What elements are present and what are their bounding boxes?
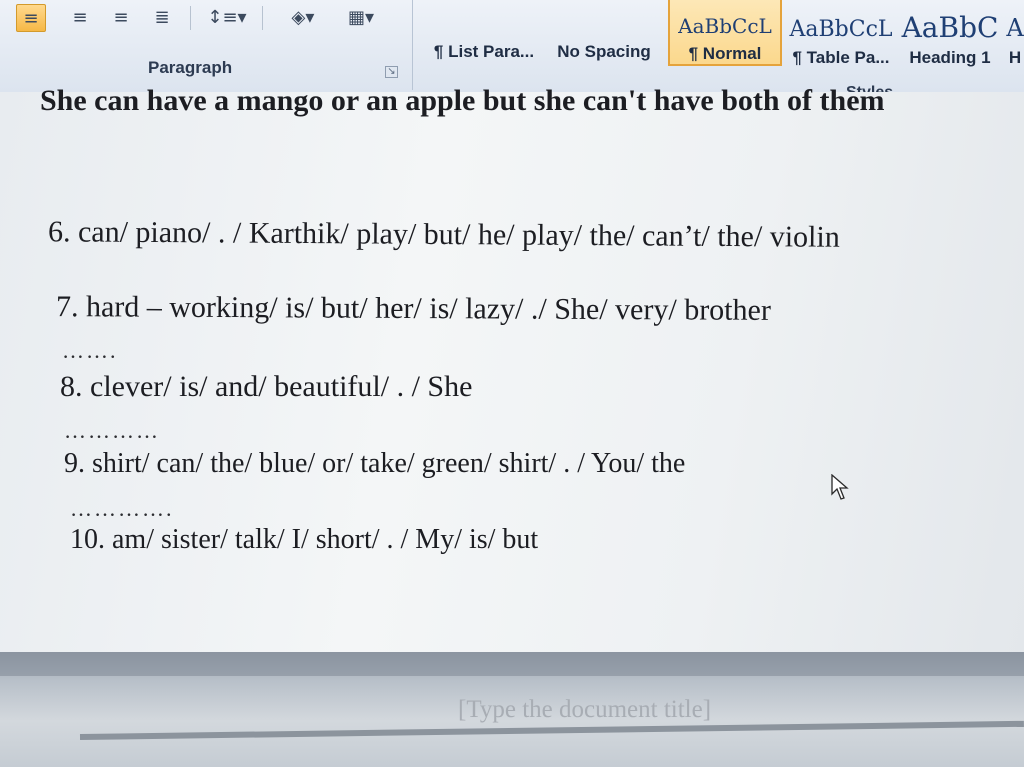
style-preview: AaBbCcL bbox=[678, 14, 772, 38]
style-label: ¶ Table Pa... bbox=[792, 48, 890, 67]
styles-gallery: ¶ List Para... No Spacing AaBbCcL ¶ Norm… bbox=[414, 0, 1024, 101]
align-right-icon[interactable]: ≡ bbox=[107, 4, 135, 30]
ribbon: ≡ ≡ ≡ ≣ ↕≡▾ ◈▾ ▦▾ Paragraph ↘ ¶ List Par… bbox=[0, 0, 1024, 101]
exercise-9: 9. shirt/ can/ the/ blue/ or/ take/ gree… bbox=[64, 448, 686, 479]
style-preview: AaBbCcL bbox=[789, 17, 893, 42]
exercise-7: 7. hard – working/ is/ but/ her/ is/ laz… bbox=[55, 290, 771, 327]
shading-icon[interactable]: ◈▾ bbox=[280, 4, 326, 30]
style-label: No Spacing bbox=[557, 42, 651, 61]
align-left-icon[interactable]: ≡ bbox=[16, 4, 46, 32]
mouse-pointer-icon bbox=[831, 474, 849, 500]
answer-dots: …………. bbox=[70, 496, 174, 521]
style-normal[interactable]: AaBbCcL ¶ Normal bbox=[668, 0, 782, 66]
exercise-6: 6. can/ piano/ . / Karthik/ play/ but/ h… bbox=[47, 215, 840, 254]
page-footer: [Type the document title] bbox=[0, 652, 1024, 767]
exercise-10: 10. am/ sister/ talk/ I/ short/ . / My/ … bbox=[70, 524, 539, 555]
style-heading-1[interactable]: AaBbC Heading 1 bbox=[901, 0, 999, 68]
paragraph-group-label: Paragraph bbox=[148, 58, 233, 77]
line-spacing-icon[interactable]: ↕≡▾ bbox=[204, 4, 250, 30]
page-break-band bbox=[0, 652, 1024, 676]
style-no-spacing[interactable]: No Spacing bbox=[548, 0, 660, 62]
partial-line: She can have a mango or an apple but she… bbox=[40, 84, 885, 117]
align-center-icon[interactable]: ≡ bbox=[66, 4, 94, 30]
style-heading-2[interactable]: A H bbox=[1006, 0, 1024, 68]
borders-icon[interactable]: ▦▾ bbox=[338, 4, 384, 30]
document-title-placeholder[interactable]: [Type the document title] bbox=[458, 696, 711, 724]
style-preview: AaBbC bbox=[901, 11, 999, 44]
separator bbox=[262, 6, 263, 30]
document-page[interactable]: She can have a mango or an apple but she… bbox=[0, 84, 1024, 652]
justify-icon[interactable]: ≣ bbox=[148, 4, 176, 30]
style-list-paragraph[interactable]: ¶ List Para... bbox=[428, 0, 540, 62]
style-label: ¶ Normal bbox=[688, 44, 762, 63]
style-table-paragraph[interactable]: AaBbCcL ¶ Table Pa... bbox=[786, 0, 896, 68]
exercise-8: 8. clever/ is/ and/ beautiful/ . / She bbox=[60, 370, 473, 403]
dialog-launcher-icon[interactable]: ↘ bbox=[385, 66, 398, 78]
style-label: Heading 1 bbox=[909, 48, 991, 67]
answer-dots: ……. bbox=[62, 338, 118, 363]
separator bbox=[190, 6, 191, 30]
style-preview: A bbox=[1006, 14, 1024, 42]
style-label: H bbox=[1008, 48, 1022, 67]
answer-dots: ………… bbox=[64, 418, 160, 443]
style-label: ¶ List Para... bbox=[433, 42, 535, 61]
paragraph-group: ≡ ≡ ≡ ≣ ↕≡▾ ◈▾ ▦▾ Paragraph ↘ bbox=[0, 0, 413, 90]
